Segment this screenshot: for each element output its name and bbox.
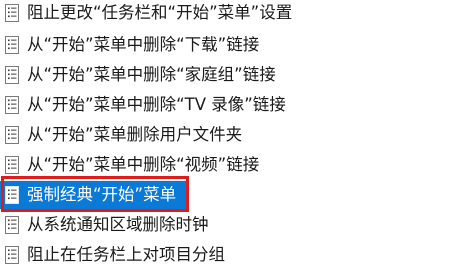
list-item[interactable]: 从“开始”菜单删除用户文件夹	[0, 120, 450, 150]
policy-setting-icon	[4, 65, 21, 85]
list-item-label: 从“开始”菜单删除用户文件夹	[27, 125, 243, 144]
list-item[interactable]: 从“开始”菜单中删除“家庭组”链接	[0, 60, 450, 90]
list-item[interactable]: 阻止在任务栏上对项目分组	[0, 240, 450, 270]
policy-setting-icon	[4, 245, 21, 265]
policy-setting-icon	[4, 185, 21, 205]
list-item-label: 从“开始”菜单中删除“家庭组”链接	[27, 65, 276, 84]
policy-setting-icon	[4, 125, 21, 145]
list-item[interactable]: 从“开始”菜单中删除“视频”链接	[0, 150, 450, 180]
policy-setting-icon	[4, 215, 21, 235]
policy-setting-icon	[4, 3, 21, 23]
list-item[interactable]: 从“开始”菜单中删除“下载”链接	[0, 30, 450, 60]
list-item[interactable]: 从系统通知区域删除时钟	[0, 210, 450, 240]
list-item[interactable]: 阻止更改“任务栏和“开始”菜单”设置	[0, 0, 450, 28]
policy-settings-list: 阻止更改“任务栏和“开始”菜单”设置 从“开始”菜单中删除“下载”链接 从“开始…	[0, 0, 450, 270]
policy-setting-icon	[4, 95, 21, 115]
policy-setting-icon	[4, 35, 21, 55]
list-item-label: 从“开始”菜单中删除“TV 录像”链接	[27, 95, 286, 114]
list-item-label: 从“开始”菜单中删除“下载”链接	[27, 35, 260, 54]
list-item-label: 阻止更改“任务栏和“开始”菜单”设置	[27, 3, 293, 22]
list-item-label: 从“开始”菜单中删除“视频”链接	[27, 155, 260, 174]
list-item[interactable]: 从“开始”菜单中删除“TV 录像”链接	[0, 90, 450, 120]
list-item-label: 阻止在任务栏上对项目分组	[27, 245, 225, 264]
list-item-selected[interactable]: 强制经典“开始”菜单	[0, 180, 450, 210]
list-item-label: 强制经典“开始”菜单	[27, 185, 177, 204]
list-item-label: 从系统通知区域删除时钟	[27, 215, 209, 234]
policy-setting-icon	[4, 155, 21, 175]
